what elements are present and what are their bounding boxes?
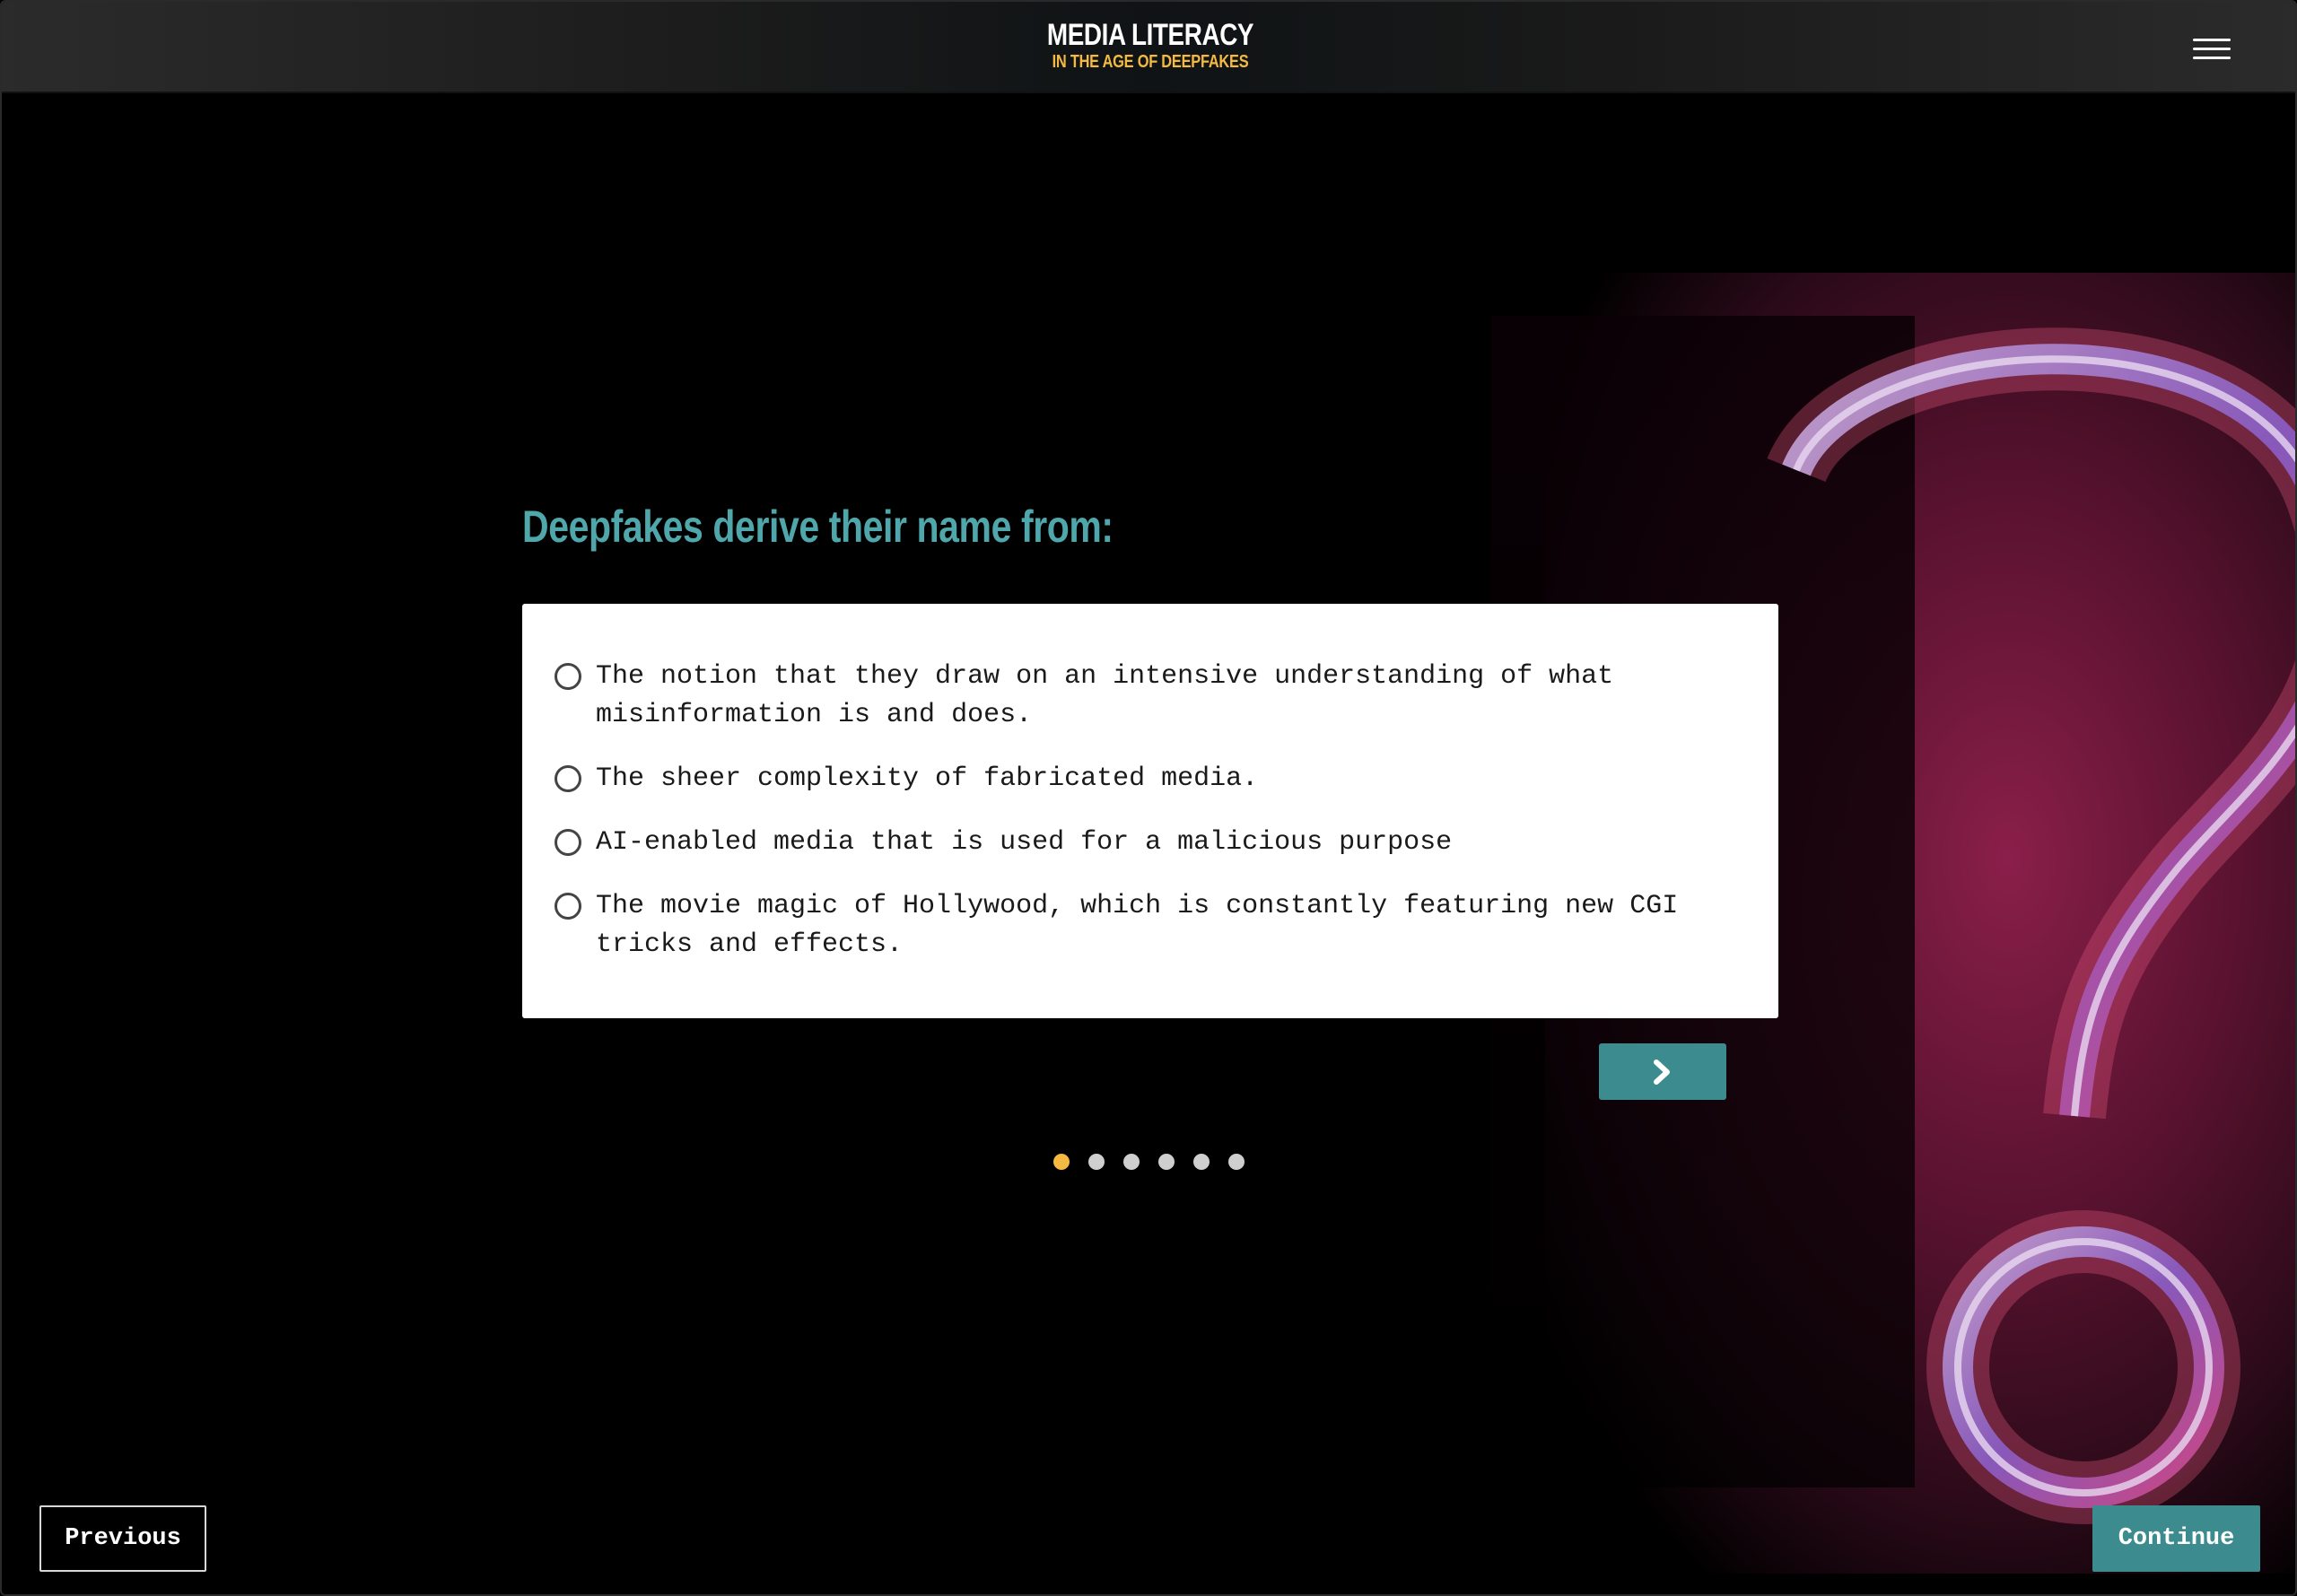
- brand-logo: MEDIA LITERACY IN THE AGE OF DEEPFAKES: [2, 18, 2295, 72]
- options-card: The notion that they draw on an intensiv…: [522, 604, 1778, 1018]
- next-question-button[interactable]: [1599, 1043, 1726, 1100]
- pagination-dot-3[interactable]: [1123, 1154, 1140, 1170]
- answer-option-4[interactable]: The movie magic of Hollywood, which is c…: [555, 887, 1757, 964]
- app-frame: MEDIA LITERACY IN THE AGE OF DEEPFAKES D…: [0, 0, 2297, 1596]
- pagination-dots: [1053, 1154, 1263, 1170]
- chevron-right-icon: [1654, 1059, 1670, 1085]
- option-label: The sheer complexity of fabricated media…: [596, 763, 1259, 794]
- hamburger-menu-icon[interactable]: [2191, 34, 2234, 63]
- radio-button[interactable]: [555, 829, 581, 856]
- pagination-dot-2[interactable]: [1088, 1154, 1105, 1170]
- answer-option-1[interactable]: The notion that they draw on an intensiv…: [555, 658, 1757, 735]
- pagination-dot-4[interactable]: [1158, 1154, 1175, 1170]
- answer-option-2[interactable]: The sheer complexity of fabricated media…: [555, 760, 1757, 798]
- neon-question-mark-icon: [1767, 327, 2295, 1524]
- continue-button[interactable]: Continue: [2092, 1505, 2260, 1572]
- top-header: MEDIA LITERACY IN THE AGE OF DEEPFAKES: [2, 2, 2295, 93]
- question-title: Deepfakes derive their name from:: [522, 501, 1114, 552]
- radio-button[interactable]: [555, 663, 581, 690]
- previous-button[interactable]: Previous: [39, 1505, 206, 1572]
- menu-line: [2193, 39, 2231, 41]
- brand-title: MEDIA LITERACY: [1046, 18, 1254, 52]
- radio-button[interactable]: [555, 893, 581, 920]
- radio-button[interactable]: [555, 765, 581, 792]
- option-label: The notion that they draw on an intensiv…: [596, 661, 1614, 730]
- pagination-dot-5[interactable]: [1193, 1154, 1210, 1170]
- option-label: The movie magic of Hollywood, which is c…: [596, 891, 1679, 960]
- answer-option-3[interactable]: AI-enabled media that is used for a mali…: [555, 824, 1757, 862]
- menu-line: [2193, 48, 2231, 50]
- menu-line: [2193, 57, 2231, 59]
- pagination-dot-1[interactable]: [1053, 1154, 1070, 1170]
- pagination-dot-6[interactable]: [1228, 1154, 1245, 1170]
- brand-subtitle: IN THE AGE OF DEEPFAKES: [1052, 52, 1249, 72]
- option-label: AI-enabled media that is used for a mali…: [596, 827, 1453, 858]
